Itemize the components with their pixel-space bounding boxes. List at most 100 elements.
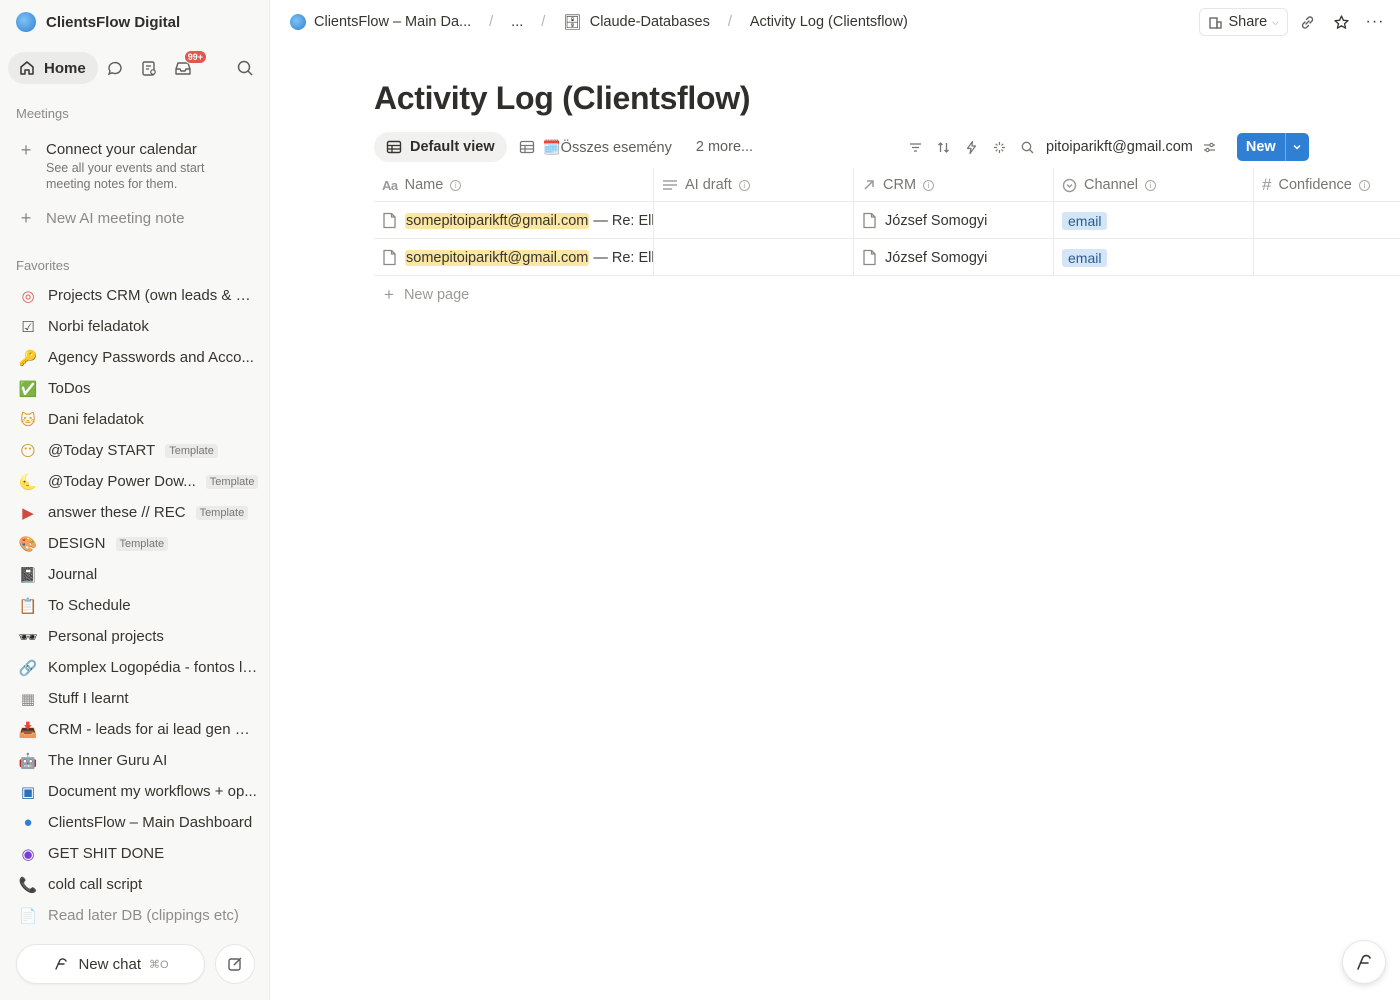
cell-channel[interactable]: email [1054, 202, 1254, 239]
info-icon[interactable]: i [450, 179, 462, 191]
sidebar-top-nav: Home 99+ [8, 50, 262, 84]
tab-osszes-esemeny[interactable]: 🗓️Összes esemény [507, 132, 684, 162]
chat-button[interactable] [98, 52, 132, 84]
connect-calendar[interactable]: + Connect your calendar See all your eve… [16, 140, 256, 192]
sidebar-favorite-item[interactable]: ◎ Projects CRM (own leads & cl... [8, 280, 262, 311]
info-icon[interactable]: i [738, 179, 750, 191]
info-icon[interactable]: i [1145, 179, 1157, 191]
column-header-crm[interactable]: CRM i [854, 168, 1054, 202]
sidebar-favorite-item[interactable]: 🕶 Personal projects [8, 621, 262, 652]
copy-link-button[interactable] [1292, 8, 1322, 36]
sidebar-favorite-item[interactable]: 📥 CRM - leads for ai lead gen of... [8, 714, 262, 745]
sidebar-favorite-label: Read later DB (clippings etc) [48, 907, 239, 924]
template-badge: Template [195, 505, 249, 520]
compose-button[interactable] [215, 944, 255, 984]
share-button[interactable]: Share ⌵ [1199, 8, 1288, 36]
crm-link[interactable]: József Somogyi [885, 250, 987, 266]
search-icon [1021, 141, 1033, 153]
sidebar-favorite-item[interactable]: ● ClientsFlow – Main Dashboard [8, 807, 262, 838]
topbar-actions: Share ⌵ ··· [1199, 8, 1390, 36]
cell-name[interactable]: somepitoiparikft@gmail.com — Re: Ell [374, 202, 654, 239]
table-row[interactable]: somepitoiparikft@gmail.com — Re: Ell Józs… [374, 202, 1400, 239]
cell-confidence[interactable] [1254, 239, 1400, 276]
inbox-button[interactable]: 99+ [166, 50, 207, 84]
sidebar-favorite-item[interactable]: 📞 cold call script [8, 869, 262, 900]
column-header-channel[interactable]: Channel i [1054, 168, 1254, 202]
cell-confidence[interactable] [1254, 202, 1400, 239]
info-icon[interactable]: i [1358, 179, 1370, 191]
cell-channel[interactable]: email [1054, 239, 1254, 276]
cell-crm[interactable]: József Somogyi [854, 202, 1054, 239]
sidebar-favorite-item[interactable]: 🤖 The Inner Guru AI [8, 745, 262, 776]
cell-name[interactable]: somepitoiparikft@gmail.com — Re: Ell [374, 239, 654, 276]
sidebar-favorite-item[interactable]: 🎨 DESIGN Template [8, 528, 262, 559]
clipping-icon: 📄 [18, 907, 38, 925]
sidebar-favorite-item[interactable]: ▶ answer these // REC Template [8, 497, 262, 528]
sort-button[interactable] [932, 133, 954, 161]
new-page-button[interactable]: + New page [374, 276, 1400, 314]
favorite-button[interactable] [1326, 8, 1356, 36]
view-settings-button[interactable] [1199, 133, 1221, 161]
column-header-label: Confidence [1278, 177, 1352, 193]
page-icon [382, 212, 397, 229]
sidebar: ClientsFlow Digital Home 99+ Meetings + … [0, 0, 270, 1000]
ai-autofill-button[interactable] [988, 133, 1010, 161]
meeting-notes-button[interactable] [132, 52, 166, 84]
breadcrumb-databases[interactable]: 🗄 Claude-Databases [563, 14, 710, 31]
link-icon [1301, 15, 1313, 29]
home-button[interactable]: Home [8, 52, 98, 84]
lines-icon [662, 178, 678, 192]
breadcrumb-current[interactable]: Activity Log (Clientsflow) [750, 14, 908, 30]
sidebar-favorite-item[interactable]: ☑ Norbi feladatok [8, 311, 262, 342]
sidebar-favorite-label: ClientsFlow – Main Dashboard [48, 814, 253, 831]
automation-button[interactable] [960, 133, 982, 161]
more-views-button[interactable]: 2 more... [684, 132, 765, 162]
column-header-confidence[interactable]: # Confidence i [1254, 168, 1400, 202]
sidebar-favorite-item[interactable]: 🔑 Agency Passwords and Acco... [8, 342, 262, 373]
search-input[interactable]: pitoiparikft@gmail.com [1046, 139, 1193, 155]
workspace-switcher[interactable]: ClientsFlow Digital [16, 10, 180, 34]
sidebar-favorite-item[interactable]: ✅ ToDos [8, 373, 262, 404]
info-icon[interactable]: i [923, 179, 935, 191]
new-record-button[interactable]: New [1237, 133, 1285, 161]
key-icon: 🔑 [18, 349, 38, 367]
breadcrumb-databases-label: Claude-Databases [589, 14, 710, 30]
moon-icon: 🌜 [18, 473, 38, 491]
ai-assistant-button[interactable] [1342, 940, 1386, 984]
new-ai-meeting-note-button[interactable]: + New AI meeting note [16, 208, 185, 228]
breadcrumb-dashboard[interactable]: ClientsFlow – Main Da... [290, 14, 471, 30]
sidebar-favorite-item[interactable]: ◉ GET SHIT DONE [8, 838, 262, 869]
new-chat-button[interactable]: New chat ⌘O [16, 944, 205, 984]
crm-link[interactable]: József Somogyi [885, 213, 987, 229]
cell-ai-draft[interactable] [654, 239, 854, 276]
more-options-button[interactable]: ··· [1360, 8, 1390, 36]
sidebar-favorite-item[interactable]: 🌜 @Today Power Dow... Template [8, 466, 262, 497]
sidebar-favorite-item[interactable]: 📄 Read later DB (clippings etc) [8, 900, 262, 931]
schedule-icon: 📋 [18, 597, 38, 615]
table-row[interactable]: somepitoiparikft@gmail.com — Re: Ell Józs… [374, 239, 1400, 276]
tab-default-view[interactable]: Default view [374, 132, 507, 162]
search-toggle-button[interactable] [1016, 133, 1038, 161]
new-record-dropdown[interactable] [1284, 133, 1309, 161]
star-icon [1333, 14, 1349, 29]
sidebar-favorite-label: DESIGN [48, 535, 106, 552]
cell-crm[interactable]: József Somogyi [854, 239, 1054, 276]
column-header-name[interactable]: Aa Name i [374, 168, 654, 202]
sidebar-favorite-item[interactable]: 📋 To Schedule [8, 590, 262, 621]
filter-button[interactable] [904, 133, 926, 161]
breadcrumb-dashboard-label: ClientsFlow – Main Da... [314, 14, 472, 30]
sidebar-favorite-item[interactable]: 😶 @Today START Template [8, 435, 262, 466]
sidebar-favorite-item[interactable]: ▦ Stuff I learnt [8, 683, 262, 714]
sidebar-favorite-item[interactable]: 🔗 Komplex Logopédia - fontos li... [8, 652, 262, 683]
breadcrumb-bar: ClientsFlow – Main Da... / ... / 🗄 Claud… [290, 8, 1390, 36]
breadcrumb-more[interactable]: ... [511, 14, 523, 30]
column-header-ai-draft[interactable]: AI draft i [654, 168, 854, 202]
cell-ai-draft[interactable] [654, 202, 854, 239]
sidebar-favorite-label: To Schedule [48, 597, 131, 614]
sidebar-favorite-item[interactable]: ▣ Document my workflows + op... [8, 776, 262, 807]
search-button[interactable] [228, 52, 262, 84]
sidebar-favorite-item[interactable]: 🐱 Dani feladatok [8, 404, 262, 435]
connect-calendar-title: Connect your calendar [46, 141, 197, 158]
clientsflow-icon: ● [23, 814, 33, 831]
sidebar-favorite-item[interactable]: 📓 Journal [8, 559, 262, 590]
